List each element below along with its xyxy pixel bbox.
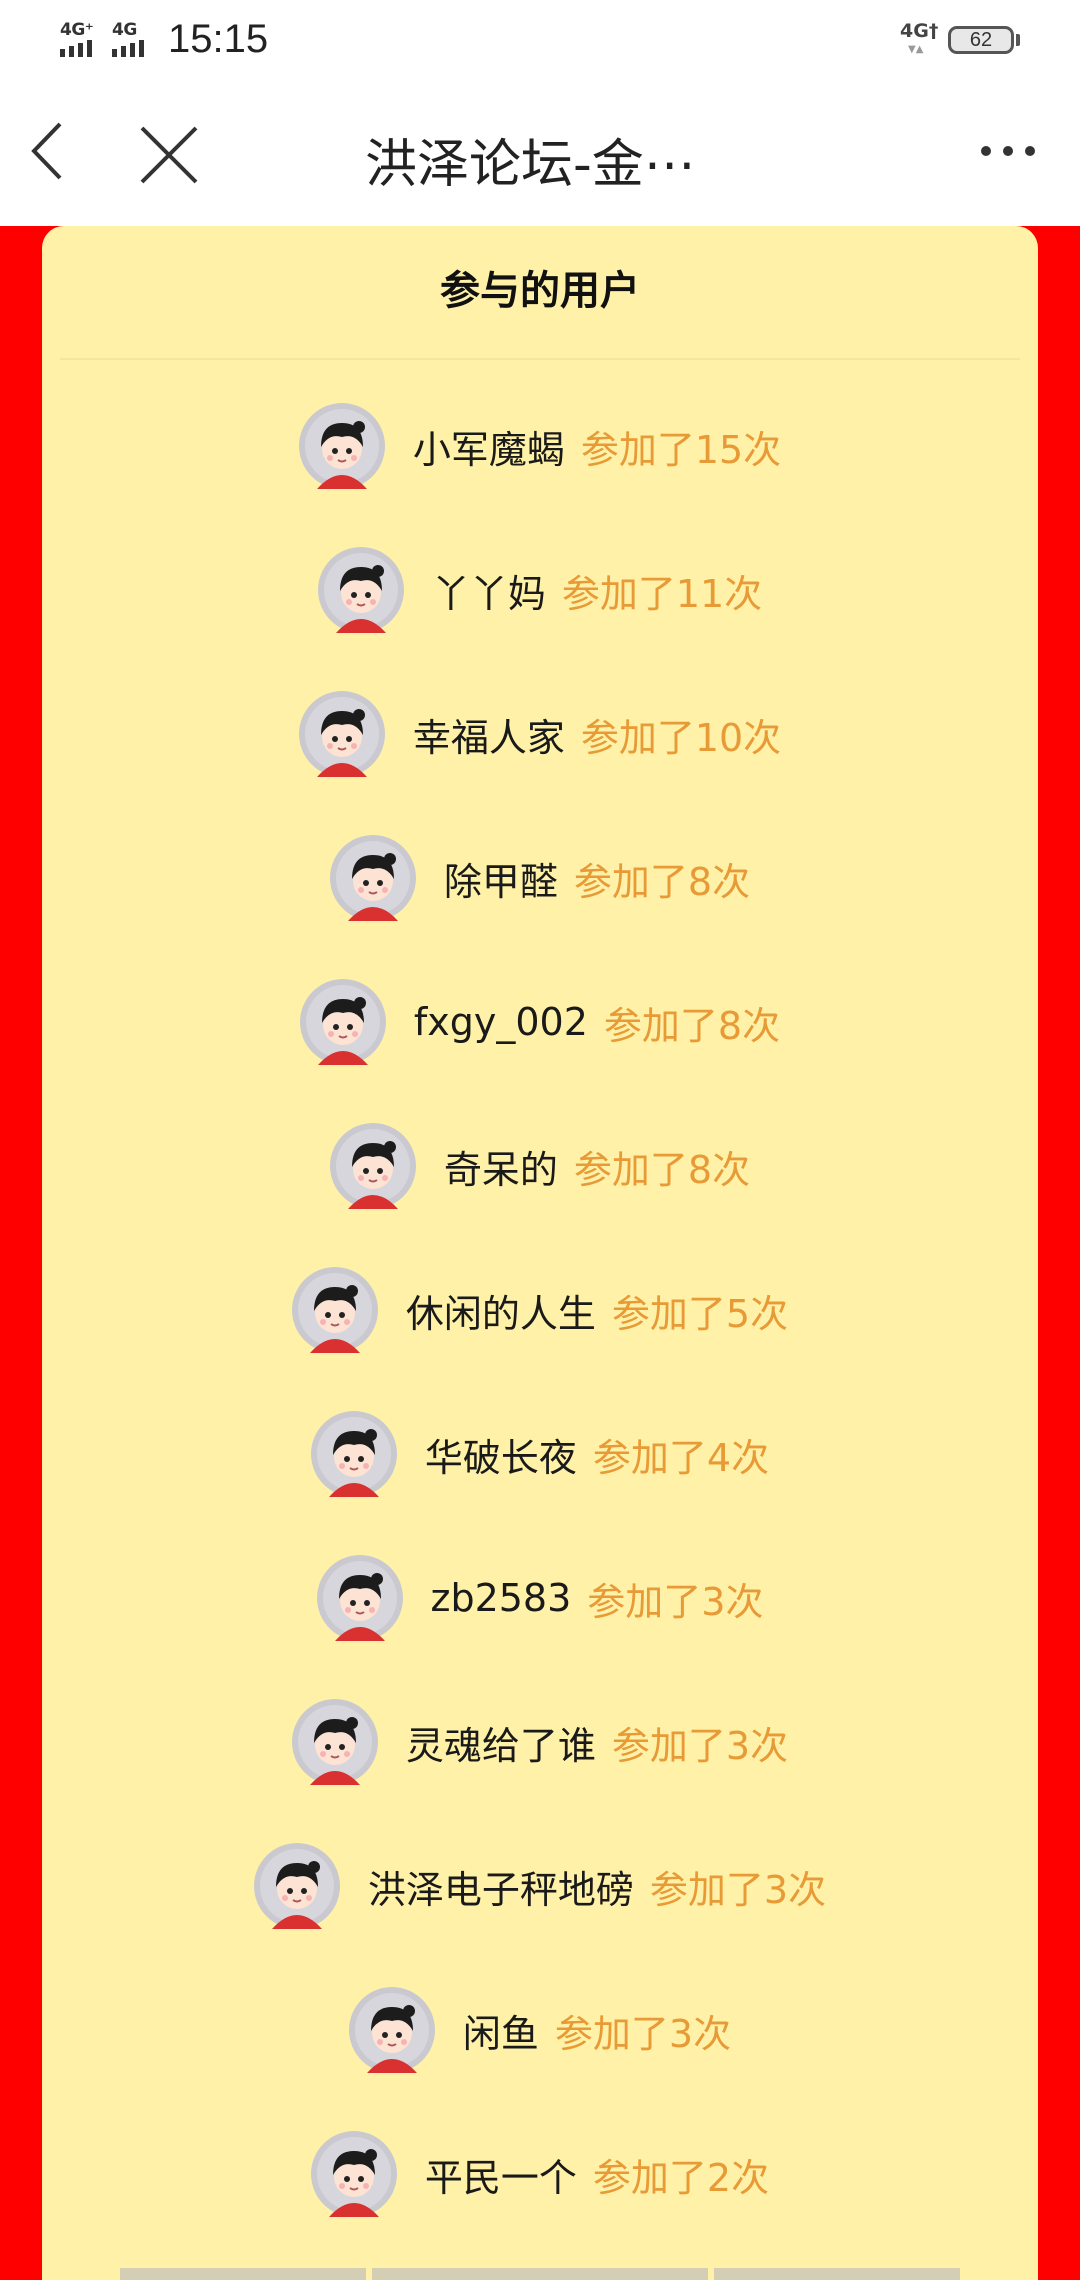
avatar[interactable]: [291, 1267, 378, 1353]
user-row[interactable]: fxgy_002 参加了8次: [0, 972, 1080, 1072]
user-name[interactable]: 洪泽电子秤地磅: [368, 1859, 634, 1914]
data-arrows-icon: ▼▲: [908, 44, 924, 55]
status-bar: 4G⁺ 4G 15:15 4G† ▼▲ 62: [0, 0, 1080, 86]
back-button[interactable]: [22, 116, 82, 186]
participation-count: 参加了3次: [554, 2011, 732, 2056]
bottom-tab-1[interactable]: [120, 2268, 366, 2280]
participation-count: 参加了15次: [580, 427, 782, 472]
participation-count: 参加了5次: [611, 1291, 789, 1336]
more-button[interactable]: [978, 126, 1038, 176]
user-row[interactable]: 灵魂给了谁 参加了3次: [0, 1692, 1080, 1792]
participation-count: 参加了11次: [561, 571, 763, 616]
user-name[interactable]: 小军魔蝎: [413, 419, 565, 474]
close-icon: [140, 126, 198, 184]
battery-tip: [1016, 34, 1020, 46]
user-row[interactable]: 平民一个 参加了2次: [0, 2124, 1080, 2224]
user-name[interactable]: 幸福人家: [413, 707, 565, 762]
avatar[interactable]: [310, 2131, 397, 2217]
sim1-label: 4G⁺: [60, 20, 94, 40]
bottom-tab-3[interactable]: [714, 2268, 960, 2280]
user-row[interactable]: 华破长夜 参加了4次: [0, 1404, 1080, 1504]
avatar[interactable]: [317, 547, 404, 633]
user-name[interactable]: 灵魂给了谁: [406, 1715, 596, 1770]
close-button[interactable]: [136, 122, 202, 188]
participation-count: 参加了10次: [580, 715, 782, 760]
user-name[interactable]: 休闲的人生: [406, 1283, 596, 1338]
user-row[interactable]: 小军魔蝎 参加了15次: [0, 396, 1080, 496]
avatar[interactable]: [298, 691, 385, 777]
chevron-left-icon: [31, 122, 62, 180]
participation-count: 参加了3次: [587, 1579, 764, 1624]
sim1-signal-icon: [60, 40, 92, 57]
user-name[interactable]: 平民一个: [425, 2147, 577, 2202]
user-row[interactable]: 除甲醛 参加了8次: [0, 828, 1080, 928]
user-name[interactable]: 奇呆的: [444, 1139, 558, 1194]
avatar[interactable]: [298, 403, 385, 489]
avatar[interactable]: [316, 1555, 403, 1641]
avatar[interactable]: [291, 1699, 378, 1785]
avatar[interactable]: [348, 1987, 435, 2073]
user-row[interactable]: 洪泽电子秤地磅 参加了3次: [0, 1836, 1080, 1936]
user-row[interactable]: 闲鱼 参加了3次: [0, 1980, 1080, 2080]
participation-count: 参加了8次: [573, 1147, 751, 1192]
network-label: 4G†: [900, 20, 939, 42]
user-name[interactable]: 闲鱼: [463, 2003, 539, 2058]
battery-icon: 62: [948, 26, 1014, 54]
user-name[interactable]: fxgy_002: [414, 1000, 588, 1044]
avatar[interactable]: [310, 1411, 397, 1497]
user-row[interactable]: 休闲的人生 参加了5次: [0, 1260, 1080, 1360]
avatar[interactable]: [329, 1123, 416, 1209]
participation-count: 参加了8次: [573, 859, 751, 904]
sim2-signal-icon: [112, 40, 144, 57]
top-nav-bar: 洪泽论坛-金⋯: [0, 86, 1080, 226]
battery-level: 62: [969, 29, 993, 51]
avatar[interactable]: [299, 979, 386, 1065]
participation-count: 参加了3次: [611, 1723, 789, 1768]
avatar[interactable]: [329, 835, 416, 921]
user-name[interactable]: 除甲醛: [444, 851, 558, 906]
status-time: 15:15: [168, 17, 269, 61]
user-row[interactable]: 幸福人家 参加了10次: [0, 684, 1080, 784]
user-name[interactable]: 丫丫妈: [432, 563, 546, 618]
sim2-label: 4G: [112, 20, 137, 40]
user-row[interactable]: zb2583 参加了3次: [0, 1548, 1080, 1648]
card-divider: [60, 358, 1020, 360]
user-row[interactable]: 丫丫妈 参加了11次: [0, 540, 1080, 640]
card-title: 参与的用户: [440, 268, 640, 314]
more-dots-icon: [981, 146, 1035, 156]
participation-count: 参加了4次: [592, 1435, 770, 1480]
avatar[interactable]: [253, 1843, 340, 1929]
participation-count: 参加了2次: [592, 2155, 770, 2200]
user-name[interactable]: zb2583: [431, 1576, 572, 1620]
user-row[interactable]: 奇呆的 参加了8次: [0, 1116, 1080, 1216]
page-title: 洪泽论坛-金⋯: [365, 135, 696, 195]
bottom-tab-2[interactable]: [372, 2268, 708, 2280]
network-indicator: 4G† ▼▲: [900, 20, 939, 55]
participation-count: 参加了8次: [603, 1003, 781, 1048]
user-name[interactable]: 华破长夜: [425, 1427, 577, 1482]
participants-card: [42, 226, 1038, 2280]
participation-count: 参加了3次: [649, 1867, 827, 1912]
